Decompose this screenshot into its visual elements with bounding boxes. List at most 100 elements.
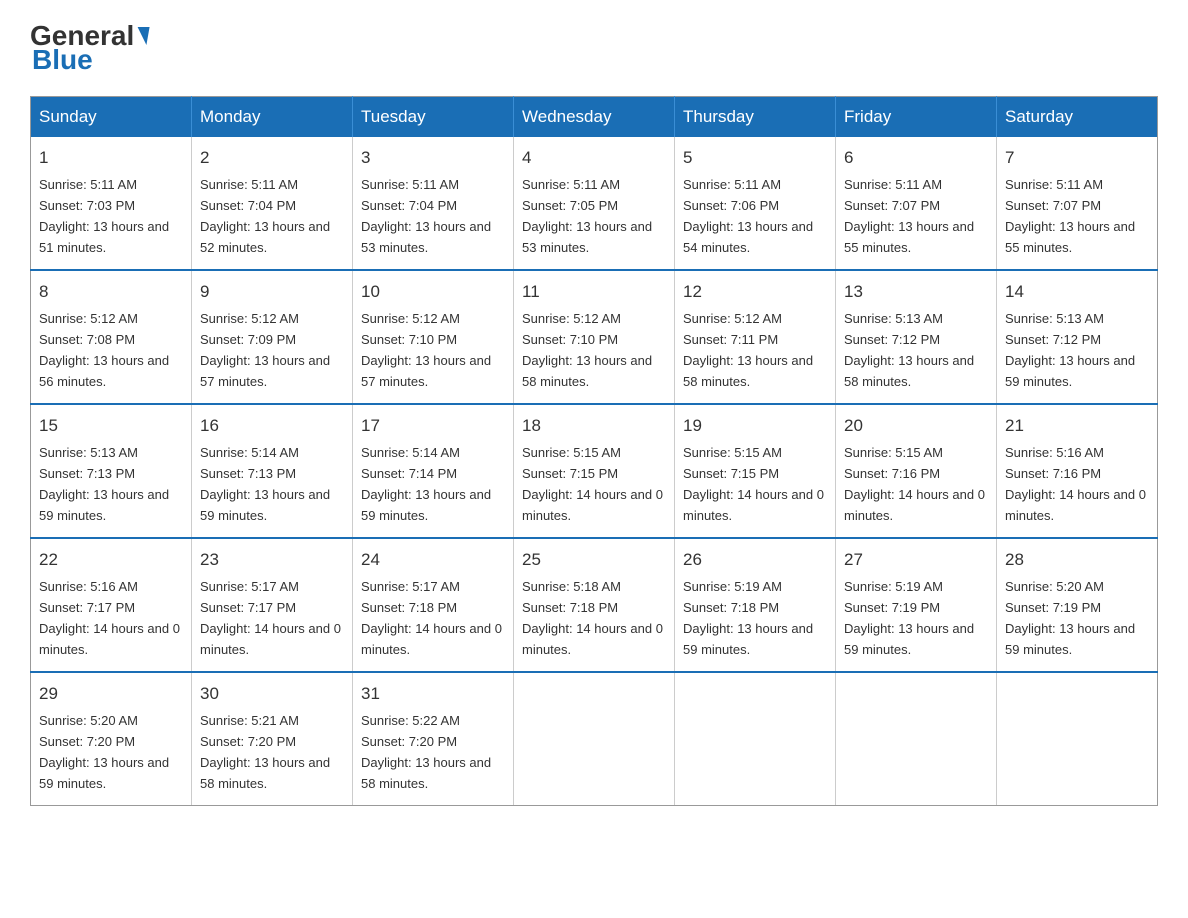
day-info: Sunrise: 5:22 AMSunset: 7:20 PMDaylight:… <box>361 713 491 791</box>
day-number: 1 <box>39 145 183 171</box>
day-info: Sunrise: 5:15 AMSunset: 7:16 PMDaylight:… <box>844 445 985 523</box>
calendar-cell: 27Sunrise: 5:19 AMSunset: 7:19 PMDayligh… <box>836 538 997 672</box>
calendar-cell: 1 Sunrise: 5:11 AMSunset: 7:03 PMDaylight… <box>31 137 192 270</box>
calendar-cell <box>836 672 997 806</box>
calendar-cell: 15 Sunrise: 5:13 AMSunset: 7:13 PMDayligh… <box>31 404 192 538</box>
day-info: Sunrise: 5:11 AMSunset: 7:03 PMDaylight:… <box>39 177 169 255</box>
calendar-cell: 12 Sunrise: 5:12 AMSunset: 7:11 PMDayligh… <box>675 270 836 404</box>
calendar-cell: 7 Sunrise: 5:11 AMSunset: 7:07 PMDaylight… <box>997 137 1158 270</box>
calendar-cell: 14 Sunrise: 5:13 AMSunset: 7:12 PMDayligh… <box>997 270 1158 404</box>
day-number: 25 <box>522 547 666 573</box>
calendar-cell: 20 Sunrise: 5:15 AMSunset: 7:16 PMDayligh… <box>836 404 997 538</box>
calendar-cell: 3Sunrise: 5:11 AMSunset: 7:04 PMDaylight… <box>353 137 514 270</box>
day-info: Sunrise: 5:11 AMSunset: 7:06 PMDaylight:… <box>683 177 813 255</box>
day-info: Sunrise: 5:16 AMSunset: 7:16 PMDaylight:… <box>1005 445 1146 523</box>
day-info: Sunrise: 5:15 AMSunset: 7:15 PMDaylight:… <box>683 445 824 523</box>
calendar-cell: 4Sunrise: 5:11 AMSunset: 7:05 PMDaylight… <box>514 137 675 270</box>
calendar-week-row: 8Sunrise: 5:12 AMSunset: 7:08 PMDaylight… <box>31 270 1158 404</box>
calendar-cell <box>675 672 836 806</box>
day-number: 4 <box>522 145 666 171</box>
calendar-cell: 23Sunrise: 5:17 AMSunset: 7:17 PMDayligh… <box>192 538 353 672</box>
calendar-cell: 18 Sunrise: 5:15 AMSunset: 7:15 PMDayligh… <box>514 404 675 538</box>
day-info: Sunrise: 5:11 AMSunset: 7:07 PMDaylight:… <box>844 177 974 255</box>
day-info: Sunrise: 5:11 AMSunset: 7:04 PMDaylight:… <box>361 177 491 255</box>
day-info: Sunrise: 5:19 AMSunset: 7:19 PMDaylight:… <box>844 579 974 657</box>
calendar-cell: 19 Sunrise: 5:15 AMSunset: 7:15 PMDayligh… <box>675 404 836 538</box>
weekday-header-friday: Friday <box>836 97 997 138</box>
logo-blue-text: Blue <box>30 44 93 76</box>
day-number: 14 <box>1005 279 1149 305</box>
day-number: 22 <box>39 547 183 573</box>
day-info: Sunrise: 5:18 AMSunset: 7:18 PMDaylight:… <box>522 579 663 657</box>
page-header: General Blue <box>30 20 1158 76</box>
weekday-header-saturday: Saturday <box>997 97 1158 138</box>
day-number: 13 <box>844 279 988 305</box>
day-info: Sunrise: 5:12 AMSunset: 7:11 PMDaylight:… <box>683 311 813 389</box>
day-number: 24 <box>361 547 505 573</box>
logo: General Blue <box>30 20 150 76</box>
day-number: 20 <box>844 413 988 439</box>
logo-arrow-icon <box>135 27 150 45</box>
day-number: 10 <box>361 279 505 305</box>
calendar-week-row: 22 Sunrise: 5:16 AMSunset: 7:17 PMDayligh… <box>31 538 1158 672</box>
day-info: Sunrise: 5:14 AMSunset: 7:14 PMDaylight:… <box>361 445 491 523</box>
calendar-cell: 29 Sunrise: 5:20 AMSunset: 7:20 PMDayligh… <box>31 672 192 806</box>
day-info: Sunrise: 5:15 AMSunset: 7:15 PMDaylight:… <box>522 445 663 523</box>
day-number: 9 <box>200 279 344 305</box>
calendar-cell: 9Sunrise: 5:12 AMSunset: 7:09 PMDaylight… <box>192 270 353 404</box>
calendar-cell: 22 Sunrise: 5:16 AMSunset: 7:17 PMDayligh… <box>31 538 192 672</box>
day-info: Sunrise: 5:13 AMSunset: 7:12 PMDaylight:… <box>844 311 974 389</box>
day-number: 8 <box>39 279 183 305</box>
day-number: 29 <box>39 681 183 707</box>
calendar-week-row: 15 Sunrise: 5:13 AMSunset: 7:13 PMDayligh… <box>31 404 1158 538</box>
day-info: Sunrise: 5:20 AMSunset: 7:19 PMDaylight:… <box>1005 579 1135 657</box>
weekday-header-sunday: Sunday <box>31 97 192 138</box>
day-number: 21 <box>1005 413 1149 439</box>
day-info: Sunrise: 5:17 AMSunset: 7:18 PMDaylight:… <box>361 579 502 657</box>
day-info: Sunrise: 5:12 AMSunset: 7:10 PMDaylight:… <box>361 311 491 389</box>
calendar-cell: 28 Sunrise: 5:20 AMSunset: 7:19 PMDayligh… <box>997 538 1158 672</box>
day-number: 18 <box>522 413 666 439</box>
day-number: 7 <box>1005 145 1149 171</box>
day-number: 6 <box>844 145 988 171</box>
day-number: 30 <box>200 681 344 707</box>
calendar-cell: 11 Sunrise: 5:12 AMSunset: 7:10 PMDayligh… <box>514 270 675 404</box>
day-number: 2 <box>200 145 344 171</box>
day-info: Sunrise: 5:14 AMSunset: 7:13 PMDaylight:… <box>200 445 330 523</box>
calendar-cell: 17Sunrise: 5:14 AMSunset: 7:14 PMDayligh… <box>353 404 514 538</box>
day-number: 15 <box>39 413 183 439</box>
day-info: Sunrise: 5:16 AMSunset: 7:17 PMDaylight:… <box>39 579 180 657</box>
calendar-week-row: 1 Sunrise: 5:11 AMSunset: 7:03 PMDaylight… <box>31 137 1158 270</box>
calendar-cell: 24 Sunrise: 5:17 AMSunset: 7:18 PMDayligh… <box>353 538 514 672</box>
calendar-cell <box>997 672 1158 806</box>
weekday-header-monday: Monday <box>192 97 353 138</box>
calendar-cell: 2 Sunrise: 5:11 AMSunset: 7:04 PMDaylight… <box>192 137 353 270</box>
calendar-cell: 31Sunrise: 5:22 AMSunset: 7:20 PMDayligh… <box>353 672 514 806</box>
calendar-cell: 26Sunrise: 5:19 AMSunset: 7:18 PMDayligh… <box>675 538 836 672</box>
calendar-cell: 16 Sunrise: 5:14 AMSunset: 7:13 PMDayligh… <box>192 404 353 538</box>
day-number: 26 <box>683 547 827 573</box>
calendar-cell: 8Sunrise: 5:12 AMSunset: 7:08 PMDaylight… <box>31 270 192 404</box>
day-number: 16 <box>200 413 344 439</box>
calendar-week-row: 29 Sunrise: 5:20 AMSunset: 7:20 PMDayligh… <box>31 672 1158 806</box>
day-number: 5 <box>683 145 827 171</box>
day-number: 12 <box>683 279 827 305</box>
day-info: Sunrise: 5:13 AMSunset: 7:12 PMDaylight:… <box>1005 311 1135 389</box>
day-info: Sunrise: 5:13 AMSunset: 7:13 PMDaylight:… <box>39 445 169 523</box>
calendar-cell: 6 Sunrise: 5:11 AMSunset: 7:07 PMDaylight… <box>836 137 997 270</box>
day-info: Sunrise: 5:20 AMSunset: 7:20 PMDaylight:… <box>39 713 169 791</box>
day-info: Sunrise: 5:11 AMSunset: 7:07 PMDaylight:… <box>1005 177 1135 255</box>
calendar-cell: 5 Sunrise: 5:11 AMSunset: 7:06 PMDaylight… <box>675 137 836 270</box>
day-number: 28 <box>1005 547 1149 573</box>
calendar-cell: 30 Sunrise: 5:21 AMSunset: 7:20 PMDayligh… <box>192 672 353 806</box>
weekday-header-wednesday: Wednesday <box>514 97 675 138</box>
day-info: Sunrise: 5:11 AMSunset: 7:04 PMDaylight:… <box>200 177 330 255</box>
calendar-table: SundayMondayTuesdayWednesdayThursdayFrid… <box>30 96 1158 806</box>
weekday-header-thursday: Thursday <box>675 97 836 138</box>
day-number: 19 <box>683 413 827 439</box>
day-number: 23 <box>200 547 344 573</box>
day-number: 11 <box>522 279 666 305</box>
calendar-cell <box>514 672 675 806</box>
day-info: Sunrise: 5:12 AMSunset: 7:10 PMDaylight:… <box>522 311 652 389</box>
day-info: Sunrise: 5:21 AMSunset: 7:20 PMDaylight:… <box>200 713 330 791</box>
